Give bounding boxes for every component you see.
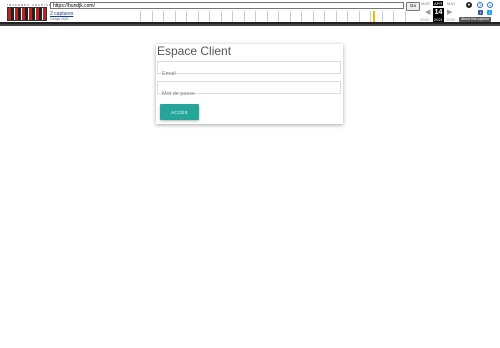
- timeline-tick: [358, 11, 360, 22]
- year-prev[interactable]: 2020: [420, 17, 429, 22]
- prev-capture-arrow-icon[interactable]: ◀: [425, 8, 430, 17]
- user-icon[interactable]: ●: [466, 2, 472, 8]
- timeline-tick: [255, 11, 256, 22]
- password-field[interactable]: [158, 88, 340, 100]
- timeline-tick: [301, 11, 302, 22]
- close-icon[interactable]: ×: [487, 2, 493, 8]
- about-capture-button[interactable]: About this capture: [459, 17, 492, 22]
- timeline-tick: [381, 11, 383, 22]
- year-current: 2021: [433, 17, 444, 22]
- twitter-icon[interactable]: t: [487, 10, 492, 15]
- timeline-tick: [393, 11, 394, 22]
- next-capture-arrow-icon[interactable]: ▶: [447, 8, 452, 17]
- wayback-toolbar: INTERNET ARCHIVE https://bundjk.com/ Go …: [0, 0, 500, 24]
- capture-day: 14: [433, 8, 444, 17]
- wayback-url-input[interactable]: https://bundjk.com/: [50, 2, 404, 9]
- timeline-tick: [151, 11, 153, 22]
- timeline-tick: [312, 11, 314, 22]
- email-field-container: [157, 61, 341, 80]
- timeline-tick: [243, 11, 245, 22]
- help-icon[interactable]: ?: [477, 2, 483, 8]
- timeline-tick: [266, 11, 268, 22]
- timeline-tick: [370, 11, 371, 22]
- wayback-timeline[interactable]: [140, 11, 417, 22]
- timeline-tick: [289, 11, 291, 22]
- password-field-container: [157, 81, 341, 100]
- timeline-capture-marker[interactable]: [373, 11, 375, 22]
- wayback-capture-range: 14 Apr 2021: [50, 17, 69, 21]
- about-capture-label: About this capture: [461, 17, 490, 21]
- login-card: Espace Client ACCÈS: [156, 44, 343, 124]
- timeline-tick: [324, 11, 325, 22]
- month-prev[interactable]: MAR: [421, 1, 430, 6]
- timeline-tick: [335, 11, 337, 22]
- email-field[interactable]: [158, 68, 340, 80]
- month-next[interactable]: MAY: [447, 1, 455, 6]
- wayback-logo[interactable]: [7, 7, 47, 21]
- access-button[interactable]: ACCÈS: [160, 104, 199, 120]
- timeline-tick: [404, 11, 406, 22]
- timeline-tick: [232, 11, 233, 22]
- login-title: Espace Client: [157, 44, 232, 58]
- timeline-tick: [278, 11, 279, 22]
- timeline-tick: [197, 11, 199, 22]
- timeline-tick: [209, 11, 210, 22]
- timeline-tick: [163, 11, 164, 22]
- year-next[interactable]: 2022: [446, 17, 455, 22]
- timeline-tick: [186, 11, 187, 22]
- timeline-tick: [174, 11, 176, 22]
- timeline-tick: [140, 11, 141, 22]
- facebook-icon[interactable]: f: [478, 10, 483, 15]
- wayback-go-button[interactable]: Go: [406, 2, 420, 11]
- wayback-url-text: https://bundjk.com/: [53, 3, 95, 9]
- timeline-tick: [220, 11, 222, 22]
- toolbar-divider: [0, 24, 500, 26]
- timeline-tick: [347, 11, 348, 22]
- month-current: APR: [433, 1, 444, 6]
